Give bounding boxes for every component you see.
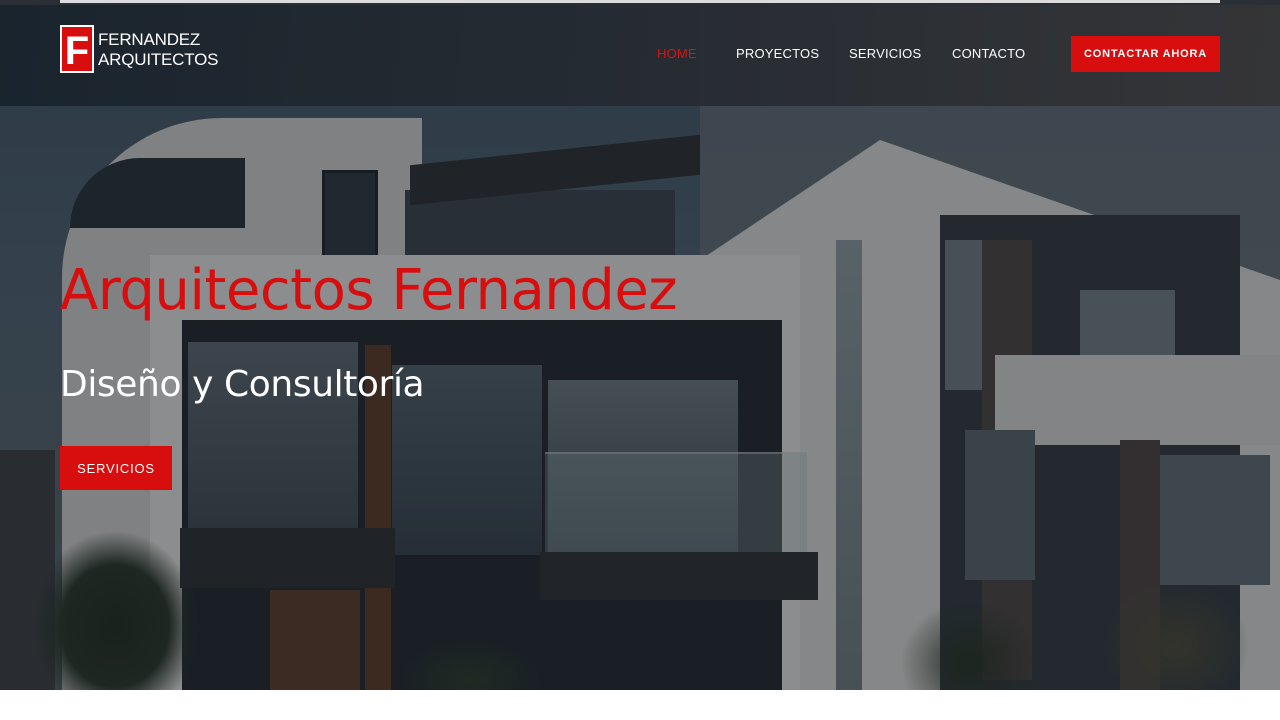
top-bar [0, 0, 1280, 5]
contact-now-button[interactable]: CONTACTAR AHORA [1071, 36, 1220, 72]
top-bar-line [60, 0, 1220, 3]
nav-item-servicios[interactable]: SERVICIOS [849, 46, 921, 61]
nav-item-proyectos[interactable]: PROYECTOS [736, 46, 819, 61]
nav-item-contacto[interactable]: CONTACTO [952, 46, 1025, 61]
nav-item-home[interactable]: HOME [657, 46, 697, 61]
site-header: F FERNANDEZ ARQUITECTOS HOME PROYECTOS S… [0, 5, 1280, 106]
logo-line-2: ARQUITECTOS [98, 50, 219, 69]
hero-subtitle: Diseño y Consultoría [60, 364, 425, 405]
logo[interactable]: F FERNANDEZ ARQUITECTOS [60, 25, 218, 75]
hero-title: Arquitectos Fernandez [60, 258, 678, 323]
logo-mark: F [60, 25, 94, 73]
services-button[interactable]: SERVICIOS [60, 446, 172, 490]
logo-line-1: FERNANDEZ [98, 30, 201, 49]
logo-text: FERNANDEZ ARQUITECTOS [98, 25, 218, 70]
